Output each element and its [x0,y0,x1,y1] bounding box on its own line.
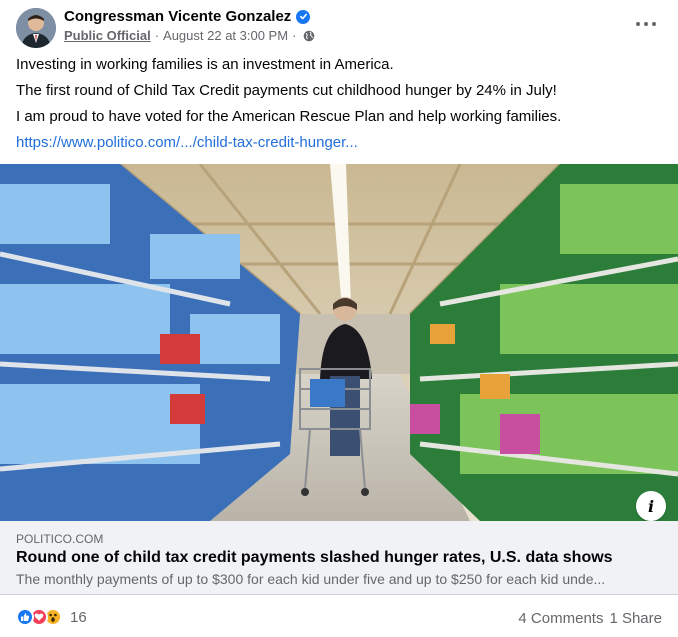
link-description: The monthly payments of up to $300 for e… [16,571,606,587]
reaction-count[interactable]: 16 [70,609,87,626]
avatar-photo [16,8,56,48]
info-icon[interactable]: i [636,491,666,521]
verified-badge-icon [296,9,311,24]
post-header: Congressman Vicente Gonzalez Public Offi… [0,0,678,50]
author-name-text[interactable]: Congressman Vicente Gonzalez [64,8,291,25]
meta-separator: · [154,28,160,43]
author-avatar[interactable] [16,8,56,48]
link-headline[interactable]: Round one of child tax credit payments s… [16,549,613,567]
dot [652,22,656,26]
link-domain: POLITICO.COM [16,532,104,546]
shares-count[interactable]: 1 Share [609,610,662,627]
link-preview-card[interactable]: POLITICO.COM Round one of child tax cred… [0,521,678,595]
link-preview-image[interactable]: i [0,164,678,521]
dot [644,22,648,26]
author-name[interactable]: Congressman Vicente Gonzalez [64,8,311,25]
globe-icon [303,30,315,42]
more-options-icon[interactable] [636,16,656,32]
comments-count[interactable]: 4 Comments [518,610,603,627]
engagement-bar: 16 4 Comments 1 Share [0,600,678,637]
post-timestamp[interactable]: August 22 at 3:00 PM [163,28,288,43]
reactions-summary[interactable]: 16 [16,608,87,626]
post-text-line: The first round of Child Tax Credit paym… [16,82,557,99]
post-link[interactable]: https://www.politico.com/.../child-tax-c… [16,134,358,151]
like-icon [16,608,34,626]
post-body: Investing in working families is an inve… [16,55,561,159]
post-text-line: Investing in working families is an inve… [16,56,394,73]
meta-separator: · [292,28,297,43]
dot [636,22,640,26]
engagement-stats: 4 Comments 1 Share [518,610,662,627]
post-meta: Public Official · August 22 at 3:00 PM · [64,28,315,43]
grocery-aisle-photo [0,164,678,521]
post-text-line: I am proud to have voted for the America… [16,108,562,125]
author-role[interactable]: Public Official [64,28,151,43]
